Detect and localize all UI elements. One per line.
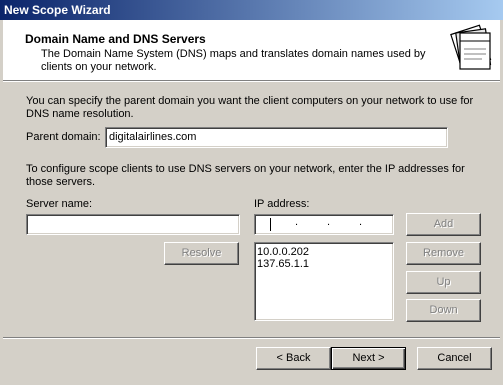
ip-address-input[interactable]: . . . bbox=[254, 214, 394, 235]
back-button[interactable]: < Back bbox=[256, 347, 331, 370]
ip-separator-dot: . bbox=[327, 216, 331, 228]
ip-separator-dot: . bbox=[359, 216, 363, 228]
list-item[interactable]: 137.65.1.1 bbox=[257, 258, 391, 270]
parent-domain-label: Parent domain: bbox=[26, 131, 101, 143]
ip-address-label: IP address: bbox=[254, 198, 310, 210]
parent-domain-intro: You can specify the parent domain you wa… bbox=[26, 95, 474, 120]
footer-divider-highlight bbox=[3, 338, 500, 339]
up-button[interactable]: Up bbox=[406, 271, 481, 294]
text-cursor bbox=[270, 218, 271, 231]
next-button[interactable]: Next > bbox=[331, 347, 406, 370]
down-button[interactable]: Down bbox=[406, 299, 481, 322]
window-title: New Scope Wizard bbox=[4, 3, 111, 17]
title-bar[interactable]: New Scope Wizard bbox=[0, 0, 503, 20]
header-divider-highlight bbox=[3, 81, 500, 82]
folders-icon bbox=[446, 23, 496, 73]
dns-server-list[interactable]: 10.0.0.202 137.65.1.1 bbox=[254, 242, 394, 321]
ip-separator-dot: . bbox=[295, 216, 299, 228]
wizard-header: Domain Name and DNS Servers The Domain N… bbox=[3, 20, 500, 80]
server-name-input[interactable] bbox=[26, 214, 240, 235]
header-title: Domain Name and DNS Servers bbox=[25, 32, 206, 46]
server-name-label: Server name: bbox=[26, 198, 93, 210]
list-item[interactable]: 10.0.0.202 bbox=[257, 246, 391, 258]
header-description: The Domain Name System (DNS) maps and tr… bbox=[41, 48, 426, 73]
cancel-button[interactable]: Cancel bbox=[417, 347, 492, 370]
add-button[interactable]: Add bbox=[406, 213, 481, 236]
remove-button[interactable]: Remove bbox=[406, 242, 481, 265]
resolve-button[interactable]: Resolve bbox=[164, 242, 239, 265]
dns-intro: To configure scope clients to use DNS se… bbox=[26, 163, 465, 188]
parent-domain-input[interactable]: digitalairlines.com bbox=[105, 127, 448, 148]
